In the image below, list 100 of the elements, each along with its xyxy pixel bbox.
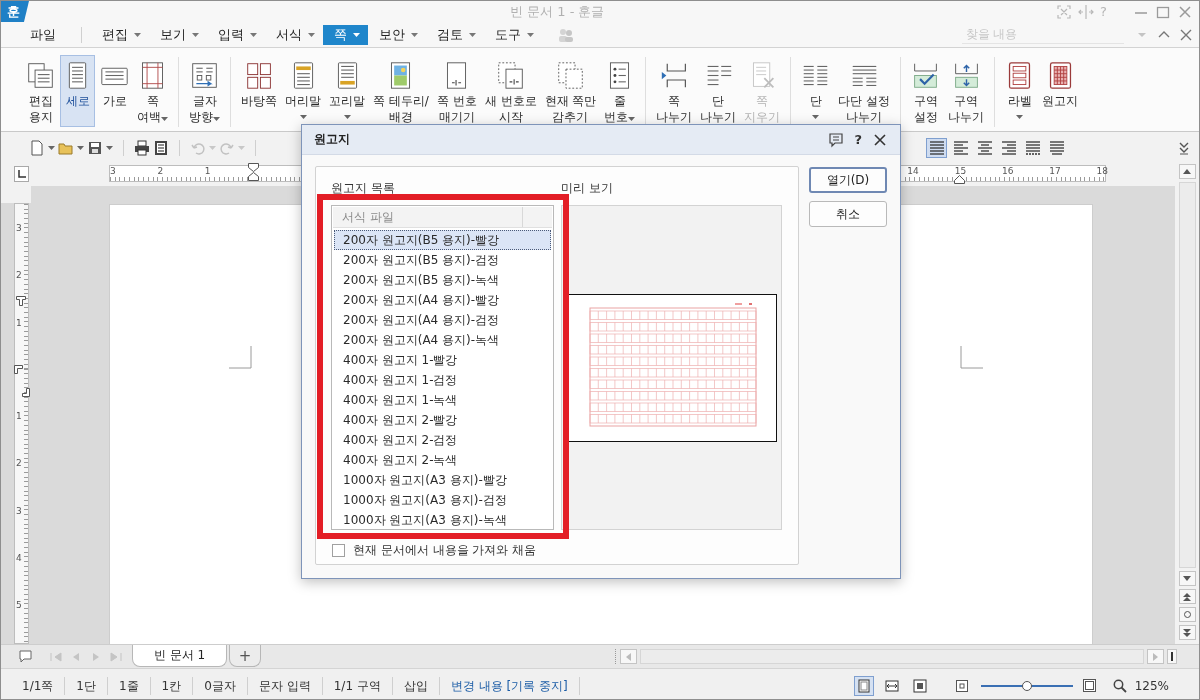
list-item[interactable]: 400자 원고지 2-빨강 xyxy=(334,410,551,430)
ribbon-button[interactable]: 구역 설정 xyxy=(908,55,944,127)
page-break-icon xyxy=(659,61,689,90)
checkbox[interactable] xyxy=(332,544,345,557)
double-arrow-down-icon xyxy=(1183,628,1191,637)
ribbon-button[interactable]: 줄 번호 xyxy=(601,55,639,127)
list-item[interactable]: 200자 원고지(A4 용지)-녹색 xyxy=(334,330,551,350)
list-item[interactable]: 200자 원고지(A4 용지)-검정 xyxy=(334,310,551,330)
browse-button[interactable] xyxy=(1178,607,1196,622)
ruler-number: 3 xyxy=(16,223,22,233)
right-indent-marker-icon[interactable] xyxy=(954,175,965,184)
circle-icon xyxy=(1183,611,1191,618)
save-icon[interactable] xyxy=(87,139,103,156)
vertical-scrollbar[interactable] xyxy=(1178,182,1196,568)
zoom-in-icon[interactable] xyxy=(1082,679,1096,692)
split-button[interactable] xyxy=(1167,649,1177,664)
ruler-number: 15 xyxy=(954,166,967,176)
search-icon[interactable] xyxy=(1112,678,1127,693)
list-item[interactable]: 200자 원고지(B5 용지)-빨강 xyxy=(334,230,551,250)
list-item[interactable]: 200자 원고지(B5 용지)-녹색 xyxy=(334,270,551,290)
menu-item[interactable]: 쪽 xyxy=(323,24,368,45)
arrow-right-icon xyxy=(1153,652,1158,661)
list-item[interactable]: 1000자 원고지(A3 용지)-녹색 xyxy=(334,510,551,530)
distribute-icon xyxy=(1024,139,1041,156)
menu-item[interactable]: 입력 xyxy=(207,24,265,45)
list-item[interactable]: 400자 원고지 2-검정 xyxy=(334,430,551,450)
ruler-number: 18 xyxy=(1096,166,1108,176)
list-item[interactable]: 1000자 원고지(A3 용지)-검정 xyxy=(334,490,551,510)
checkbox-label: 현재 문서에서 내용을 가져와 채움 xyxy=(353,542,537,559)
close-icon[interactable] xyxy=(872,131,888,148)
print-icon[interactable] xyxy=(134,139,150,156)
ribbon-button[interactable]: 바탕쪽 xyxy=(238,55,280,127)
align-justify-button[interactable] xyxy=(926,137,947,158)
scroll-up-button[interactable] xyxy=(1178,164,1196,179)
next-page-button[interactable] xyxy=(1178,625,1196,640)
ruler-number: 1 xyxy=(16,317,22,328)
page-view-icon xyxy=(855,677,872,694)
ribbon-button[interactable]: 세로 xyxy=(60,55,95,127)
menu-item[interactable]: 도구 xyxy=(484,24,542,45)
track-changes-link[interactable]: 변경 내용 [기록 중지] xyxy=(439,676,580,695)
list-item[interactable]: 1000자 원고지(A3 용지)-빨강 xyxy=(334,470,551,490)
preview-icon[interactable] xyxy=(153,139,169,156)
status-item: 문자 입력 xyxy=(247,676,323,695)
menu-item[interactable]: 검토 xyxy=(426,24,484,45)
status-item: 0글자 xyxy=(193,676,248,695)
ribbon-button[interactable]: 단 나누기 xyxy=(697,55,740,127)
align-left-icon xyxy=(952,139,969,156)
list-item[interactable]: 400자 원고지 2-녹색 xyxy=(334,450,551,470)
ribbon-button[interactable]: 단 xyxy=(798,55,834,127)
ribbon-button[interactable]: 편집 용지 xyxy=(23,55,58,127)
ribbon-button[interactable]: 쪽 나누기 xyxy=(653,55,696,127)
document-tab[interactable]: 빈 문서 1 xyxy=(132,645,227,667)
ruler-number: 5 xyxy=(16,600,22,611)
template-list[interactable] xyxy=(331,205,554,530)
ribbon-button[interactable]: 구역 나누기 xyxy=(945,55,988,127)
ribbon-button[interactable]: 다단 설정 나누기 xyxy=(835,55,894,127)
dialog-button[interactable]: 취소 xyxy=(809,201,887,227)
ribbon-button[interactable]: 원고지 xyxy=(1039,55,1082,127)
ruler-number: 3 xyxy=(110,166,116,176)
scroll-down-button[interactable] xyxy=(1178,571,1196,586)
list-item[interactable]: 400자 원고지 1-빨강 xyxy=(334,350,551,370)
tab-type-button[interactable] xyxy=(14,166,29,182)
status-item: 1/1 구역 xyxy=(322,676,393,695)
ribbon-button[interactable]: 쪽 번호 매기기 xyxy=(433,55,480,127)
list-item[interactable]: 400자 원고지 1-검정 xyxy=(334,370,551,390)
chevron-down-icon[interactable] xyxy=(1178,140,1190,155)
indent-marker-icon[interactable] xyxy=(14,365,23,374)
memo-icon[interactable] xyxy=(19,650,32,663)
ruler-number: 2 xyxy=(16,458,22,469)
ribbon-button[interactable]: 가로 xyxy=(97,55,132,127)
ruler-number: 17 xyxy=(1049,166,1061,176)
comment-icon[interactable] xyxy=(828,131,845,148)
menu-item[interactable]: 보안 xyxy=(368,24,426,45)
menu-item[interactable]: 보기 xyxy=(149,24,207,45)
help-button[interactable]: ? xyxy=(854,132,862,147)
splitter-grip-icon[interactable] xyxy=(614,648,617,665)
add-tab-button[interactable]: + xyxy=(229,645,261,667)
ribbon-button[interactable]: 글자 방향 xyxy=(186,55,223,127)
ribbon-button[interactable]: 라벨 xyxy=(1002,55,1038,127)
caret-icon xyxy=(77,145,84,150)
new-document-icon[interactable] xyxy=(29,139,45,156)
view-mode-button[interactable] xyxy=(853,675,874,696)
status-item: 1/1쪽 xyxy=(11,676,66,695)
zoom-out-icon[interactable] xyxy=(955,679,968,692)
slider-thumb[interactable] xyxy=(1021,680,1032,691)
indent-marker-icon[interactable] xyxy=(248,163,259,182)
top-margin-marker-icon[interactable] xyxy=(16,296,26,306)
dialog-button[interactable]: 열기(D) xyxy=(809,167,887,193)
menu-item[interactable]: 편집 xyxy=(91,24,149,45)
list-item[interactable]: 200자 원고지(B5 용지)-검정 xyxy=(334,250,551,270)
previous-page-button[interactable] xyxy=(1178,589,1196,604)
arrow-down-icon xyxy=(1183,576,1191,581)
menu-item[interactable]: 파일 xyxy=(19,24,64,45)
list-item[interactable]: 200자 원고지(A4 용지)-빨강 xyxy=(334,290,551,310)
ribbon-button[interactable]: 쪽 여백 xyxy=(134,55,171,127)
list-item[interactable]: 400자 원고지 1-녹색 xyxy=(334,390,551,410)
menu-item[interactable]: 서식 xyxy=(265,24,323,45)
zoom-slider[interactable] xyxy=(980,679,1073,692)
hidden-page-icon xyxy=(555,61,585,90)
section-label: 원고지 목록 xyxy=(331,180,396,196)
